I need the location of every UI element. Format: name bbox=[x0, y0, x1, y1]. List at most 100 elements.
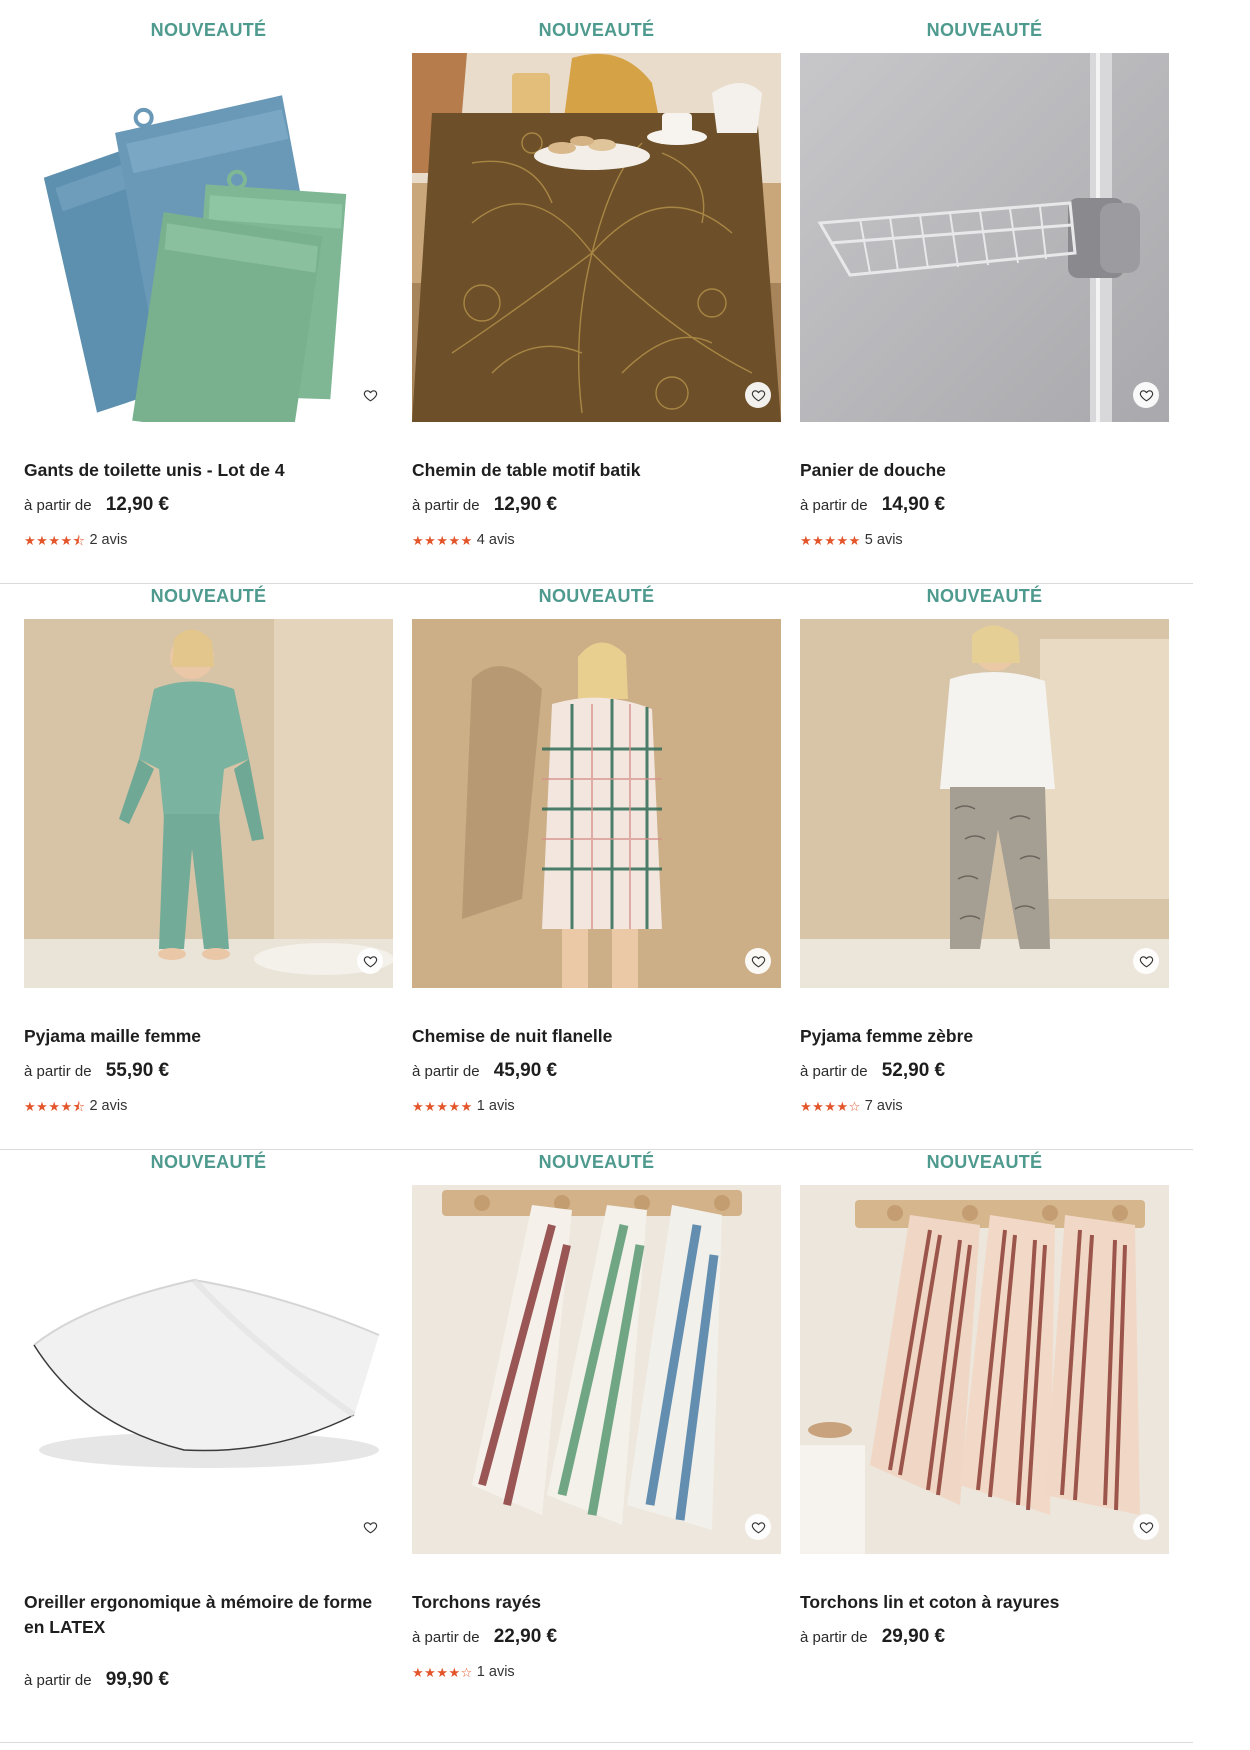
price-line: à partir de 29,90 € bbox=[800, 1626, 945, 1648]
product-price: 12,90 € bbox=[493, 494, 558, 515]
star-full-icon: ★ bbox=[48, 1098, 60, 1114]
rating[interactable]: ★ ★ ★ ★ ★ 4 avis bbox=[412, 532, 515, 548]
product-image[interactable] bbox=[800, 619, 1169, 988]
product-image[interactable] bbox=[412, 619, 781, 988]
star-full-icon: ★ bbox=[800, 532, 812, 548]
star-full-icon: ★ bbox=[60, 532, 73, 548]
product-title[interactable]: Pyjama femme zèbre bbox=[800, 1024, 1169, 1049]
favorite-button[interactable] bbox=[745, 382, 771, 408]
price-prefix: à partir de bbox=[24, 497, 92, 514]
product-image[interactable] bbox=[24, 53, 393, 422]
review-count: 1 avis bbox=[476, 1664, 515, 1680]
product-title[interactable]: Chemin de table motif batik bbox=[412, 458, 781, 483]
rating-stars: ★ ★ ★ ★ ⯪ bbox=[24, 1100, 85, 1113]
favorite-button[interactable] bbox=[745, 1514, 771, 1540]
new-badge: NOUVEAUTÉ bbox=[538, 20, 655, 40]
new-badge: NOUVEAUTÉ bbox=[150, 20, 267, 40]
star-full-icon: ★ bbox=[800, 1098, 812, 1114]
heart-icon bbox=[1139, 1520, 1154, 1535]
product-image[interactable] bbox=[800, 53, 1169, 422]
price-line: à partir de 99,90 € bbox=[24, 1669, 169, 1691]
favorite-button[interactable] bbox=[357, 1514, 383, 1540]
star-full-icon: ★ bbox=[436, 1664, 448, 1680]
favorite-button[interactable] bbox=[1133, 948, 1159, 974]
product-price: 12,90 € bbox=[105, 494, 170, 515]
product-price: 99,90 € bbox=[105, 1669, 170, 1690]
pillow-illustration bbox=[24, 1185, 393, 1554]
product-title[interactable]: Pyjama maille femme bbox=[24, 1024, 393, 1049]
star-half-icon: ⯪ bbox=[72, 1098, 85, 1114]
heart-icon bbox=[363, 388, 378, 403]
heart-icon bbox=[751, 954, 766, 969]
new-badge: NOUVEAUTÉ bbox=[538, 1152, 655, 1172]
price-prefix: à partir de bbox=[800, 1063, 868, 1080]
rating[interactable]: ★ ★ ★ ★ ⯪ 2 avis bbox=[24, 532, 127, 548]
favorite-button[interactable] bbox=[357, 382, 383, 408]
review-count: 4 avis bbox=[476, 532, 515, 548]
rating[interactable]: ★ ★ ★ ★ ★ 1 avis bbox=[412, 1098, 515, 1114]
new-badge: NOUVEAUTÉ bbox=[150, 1152, 267, 1172]
star-full-icon: ★ bbox=[460, 532, 473, 548]
star-full-icon: ★ bbox=[460, 1098, 473, 1114]
product-price: 14,90 € bbox=[881, 494, 946, 515]
product-image[interactable] bbox=[24, 1185, 393, 1554]
price-line: à partir de 45,90 € bbox=[412, 1060, 557, 1082]
product-image[interactable] bbox=[412, 1185, 781, 1554]
product-price: 52,90 € bbox=[881, 1060, 946, 1081]
star-full-icon: ★ bbox=[436, 532, 448, 548]
rating-stars: ★ ★ ★ ★ ★ bbox=[800, 534, 861, 547]
new-badge: NOUVEAUTÉ bbox=[538, 586, 655, 606]
heart-icon bbox=[751, 388, 766, 403]
price-prefix: à partir de bbox=[800, 497, 868, 514]
zebra-pyjama-illustration bbox=[800, 619, 1169, 988]
rating-stars: ★ ★ ★ ★ ☆ bbox=[800, 1100, 861, 1113]
plaid-nightshirt-illustration bbox=[412, 619, 781, 988]
product-title[interactable]: Oreiller ergonomique à mémoire de forme … bbox=[24, 1590, 393, 1640]
star-full-icon: ★ bbox=[48, 532, 60, 548]
rating[interactable]: ★ ★ ★ ★ ☆ 1 avis bbox=[412, 1664, 515, 1680]
star-full-icon: ★ bbox=[412, 1098, 424, 1114]
favorite-button[interactable] bbox=[1133, 1514, 1159, 1540]
rating-stars: ★ ★ ★ ★ ⯪ bbox=[24, 534, 85, 547]
product-title[interactable]: Gants de toilette unis - Lot de 4 bbox=[24, 458, 393, 483]
rating-stars: ★ ★ ★ ★ ★ bbox=[412, 1100, 473, 1113]
review-count: 7 avis bbox=[864, 1098, 903, 1114]
rating[interactable]: ★ ★ ★ ★ ☆ 7 avis bbox=[800, 1098, 903, 1114]
product-title[interactable]: Chemise de nuit flanelle bbox=[412, 1024, 781, 1049]
star-full-icon: ★ bbox=[824, 532, 836, 548]
star-full-icon: ★ bbox=[436, 1098, 448, 1114]
star-full-icon: ★ bbox=[836, 1098, 849, 1114]
product-title[interactable]: Panier de douche bbox=[800, 458, 1169, 483]
row-divider bbox=[0, 1149, 1193, 1150]
star-empty-icon: ☆ bbox=[460, 1664, 473, 1680]
product-price: 55,90 € bbox=[105, 1060, 170, 1081]
rating[interactable]: ★ ★ ★ ★ ⯪ 2 avis bbox=[24, 1098, 127, 1114]
favorite-button[interactable] bbox=[357, 948, 383, 974]
price-prefix: à partir de bbox=[412, 497, 480, 514]
product-price: 29,90 € bbox=[881, 1626, 946, 1647]
price-line: à partir de 22,90 € bbox=[412, 1626, 557, 1648]
new-badge: NOUVEAUTÉ bbox=[926, 1152, 1043, 1172]
product-image[interactable] bbox=[24, 619, 393, 988]
new-badge: NOUVEAUTÉ bbox=[926, 586, 1043, 606]
product-title[interactable]: Torchons rayés bbox=[412, 1590, 781, 1615]
product-image[interactable] bbox=[412, 53, 781, 422]
star-full-icon: ★ bbox=[424, 532, 436, 548]
rating[interactable]: ★ ★ ★ ★ ★ 5 avis bbox=[800, 532, 903, 548]
price-line: à partir de 12,90 € bbox=[24, 494, 169, 516]
price-prefix: à partir de bbox=[24, 1063, 92, 1080]
star-full-icon: ★ bbox=[448, 532, 461, 548]
new-badge: NOUVEAUTÉ bbox=[150, 586, 267, 606]
star-full-icon: ★ bbox=[448, 1098, 461, 1114]
favorite-button[interactable] bbox=[745, 948, 771, 974]
star-full-icon: ★ bbox=[60, 1098, 73, 1114]
star-full-icon: ★ bbox=[848, 532, 861, 548]
favorite-button[interactable] bbox=[1133, 382, 1159, 408]
star-full-icon: ★ bbox=[412, 1664, 424, 1680]
heart-icon bbox=[1139, 954, 1154, 969]
product-image[interactable] bbox=[800, 1185, 1169, 1554]
product-price: 22,90 € bbox=[493, 1626, 558, 1647]
heart-icon bbox=[751, 1520, 766, 1535]
product-title[interactable]: Torchons lin et coton à rayures bbox=[800, 1590, 1169, 1615]
new-badge: NOUVEAUTÉ bbox=[926, 20, 1043, 40]
